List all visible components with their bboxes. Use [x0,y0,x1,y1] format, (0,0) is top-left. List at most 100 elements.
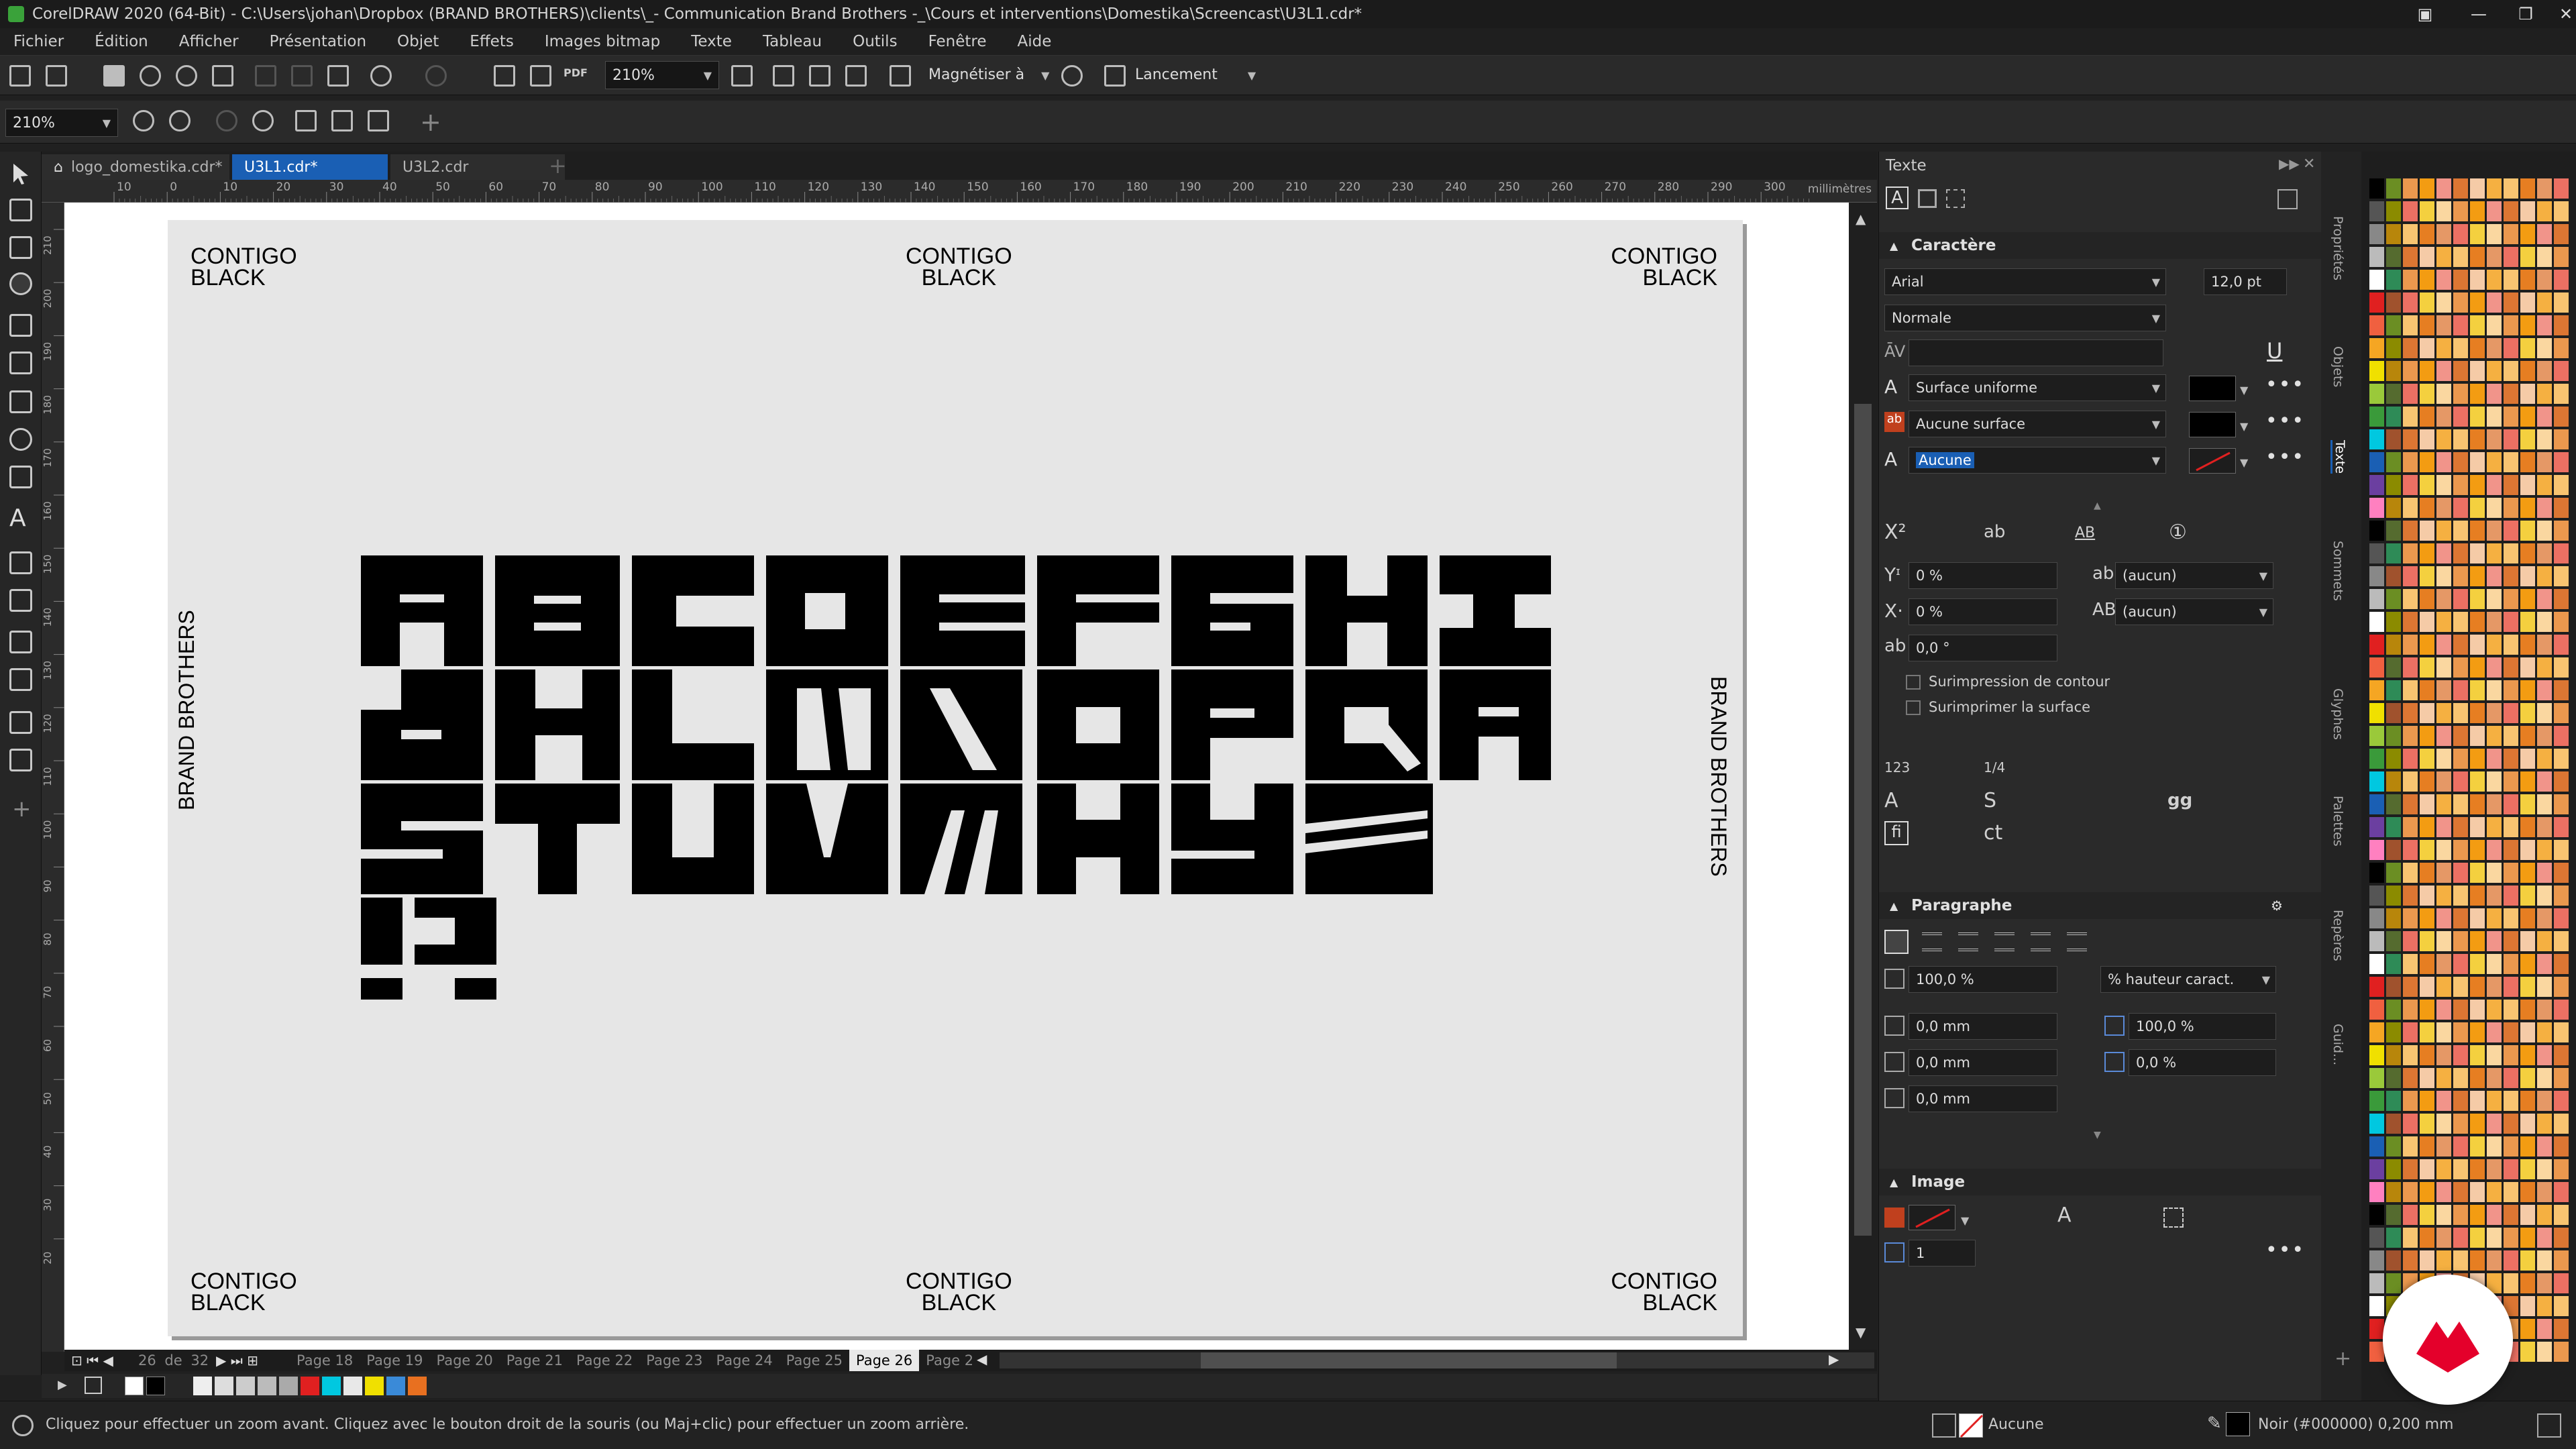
palette-swatch[interactable] [2504,201,2518,221]
palette-swatch[interactable] [2369,908,2384,928]
palette-swatch[interactable] [2403,543,2418,564]
palette-swatch[interactable] [2470,863,2485,883]
palette-swatch[interactable] [2386,429,2401,449]
palette-swatch[interactable] [2453,589,2468,609]
palette-swatch[interactable] [2537,840,2552,860]
palette-swatch[interactable] [2369,361,2384,381]
palette-swatch[interactable] [2420,1000,2434,1020]
palette-swatch[interactable] [2537,657,2552,678]
palette-swatch[interactable] [2420,384,2434,404]
palette-swatch[interactable] [2504,794,2518,814]
palette-swatch[interactable] [2554,1159,2569,1179]
palette-swatch[interactable] [2520,1273,2535,1293]
palette-swatch[interactable] [2520,384,2535,404]
palette-swatch[interactable] [2436,338,2451,358]
palette-swatch[interactable] [2487,292,2502,313]
fill-indicator-icon[interactable] [1932,1413,1956,1438]
palette-swatch[interactable] [2537,771,2552,792]
palette-swatch[interactable] [2403,771,2418,792]
zoom-level-select[interactable]: 210% ▼ [605,61,719,89]
palette-swatch[interactable] [2386,977,2401,997]
palette-swatch[interactable] [2520,247,2535,267]
palette-swatch[interactable] [2420,771,2434,792]
palette-swatch[interactable] [2470,749,2485,769]
palette-swatch[interactable] [2403,1250,2418,1271]
palette-swatch[interactable] [2504,224,2518,244]
palette-swatch[interactable] [2537,1091,2552,1111]
palette-swatch[interactable] [2436,977,2451,997]
palette-swatch[interactable] [2386,954,2401,974]
palette-swatch[interactable] [2554,1114,2569,1134]
palette-swatch[interactable] [2436,1159,2451,1179]
line-spacing-input[interactable]: 100,0 % [1909,966,2057,993]
show-grid-icon[interactable] [809,65,830,87]
palette-swatch[interactable] [2403,224,2418,244]
connector-tool-icon[interactable] [9,589,32,612]
glyph-s[interactable] [361,784,483,894]
palette-swatch[interactable] [2554,954,2569,974]
palette-swatch[interactable] [2436,429,2451,449]
palette-swatch[interactable] [2537,1250,2552,1271]
palette-swatch[interactable] [2436,863,2451,883]
palette-swatch[interactable] [2520,612,2535,632]
palette-swatch[interactable] [2504,817,2518,837]
palette-swatch[interactable] [2470,1114,2485,1134]
palette-swatch[interactable] [2470,817,2485,837]
palette-swatch[interactable] [2504,635,2518,655]
palette-swatch[interactable] [2420,885,2434,906]
palette-swatch[interactable] [2520,1068,2535,1088]
palette-swatch[interactable] [2487,361,2502,381]
palette-swatch[interactable] [2369,1319,2384,1339]
palette-swatch[interactable] [2520,817,2535,837]
palette-swatch[interactable] [2453,1000,2468,1020]
palette-swatch[interactable] [2386,612,2401,632]
palette-swatch[interactable] [2520,429,2535,449]
palette-swatch[interactable] [2436,384,2451,404]
palette-swatch[interactable] [2369,407,2384,427]
palette-swatch[interactable] [2470,1136,2485,1157]
palette-swatch[interactable] [2386,543,2401,564]
palette-swatch[interactable] [2487,407,2502,427]
palette-swatch[interactable] [2369,1250,2384,1271]
menu-objet[interactable]: Objet [397,33,439,50]
menu-presentation[interactable]: Présentation [270,33,366,50]
palette-swatch[interactable] [2386,726,2401,746]
palette-swatch[interactable] [2453,1205,2468,1225]
palette-swatch[interactable] [2403,178,2418,199]
palette-swatch[interactable] [2520,1091,2535,1111]
palette-swatch[interactable] [2537,1136,2552,1157]
palette-swatch[interactable] [2487,1250,2502,1271]
fill-type-select[interactable]: Surface uniforme ▼ [1909,374,2166,401]
palette-swatch[interactable] [2420,498,2434,518]
rectangle-tool-icon[interactable] [9,390,32,413]
palette-swatch[interactable] [2520,178,2535,199]
corner-label-bottom-center[interactable]: CONTIGO BLACK [906,1270,1012,1314]
palette-swatch[interactable] [2537,1159,2552,1179]
glyph-c[interactable] [632,555,754,666]
palette-swatch[interactable] [2436,749,2451,769]
fractions-icon[interactable]: 1/4 [1984,759,2005,775]
palette-swatch[interactable] [2487,315,2502,335]
palette-swatch[interactable] [2369,1045,2384,1065]
palette-swatch[interactable] [2470,361,2485,381]
fit-frame-icon[interactable] [2163,1208,2184,1228]
palette-swatch[interactable] [2386,521,2401,541]
palette-swatch[interactable] [2420,1068,2434,1088]
palette-swatch[interactable] [2420,863,2434,883]
palette-swatch[interactable] [2554,589,2569,609]
palette-swatch[interactable] [2453,1159,2468,1179]
palette-swatch[interactable] [2520,977,2535,997]
palette-swatch[interactable] [2386,703,2401,723]
palette-swatch[interactable] [2470,1182,2485,1202]
palette-swatch[interactable] [2420,840,2434,860]
palette-swatch[interactable] [2520,224,2535,244]
palette-swatch[interactable] [2453,612,2468,632]
palette-swatch[interactable] [2403,292,2418,313]
palette-swatch[interactable] [2487,635,2502,655]
palette-swatch[interactable] [2453,1182,2468,1202]
palette-swatch[interactable] [2504,1250,2518,1271]
menu-outils[interactable]: Outils [853,33,897,50]
palette-swatch[interactable] [2554,452,2569,472]
palette-swatch[interactable] [2436,543,2451,564]
justify-full-icon[interactable] [2031,932,2051,951]
